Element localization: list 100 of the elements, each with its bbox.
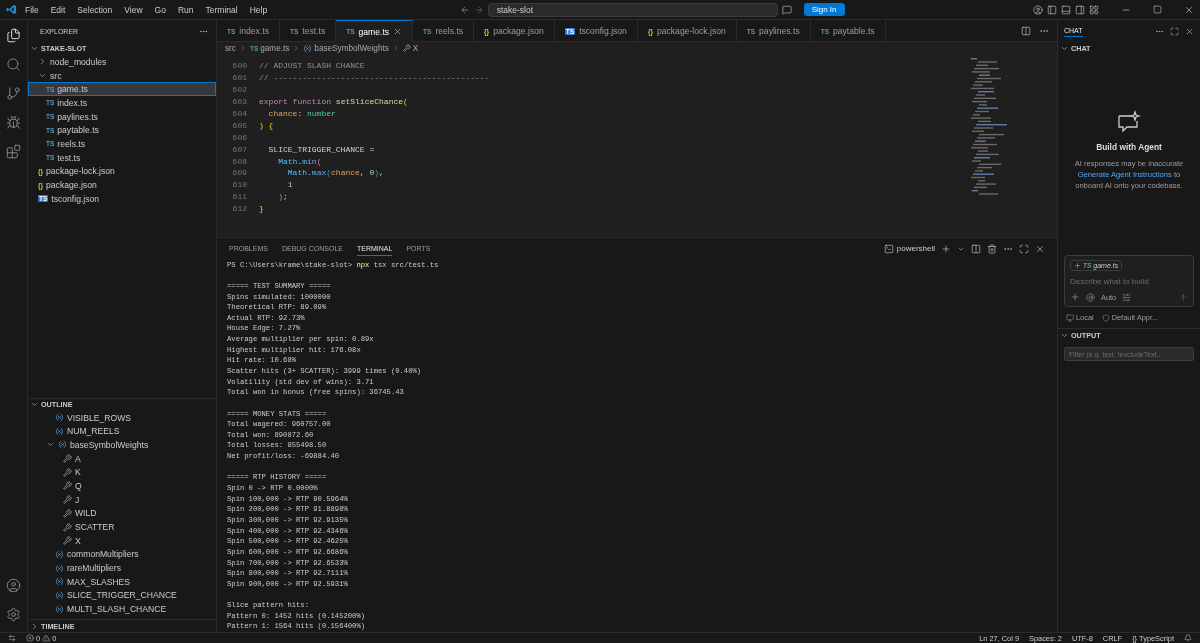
variable-icon [55, 426, 64, 436]
maximize-panel-icon[interactable] [1019, 243, 1029, 254]
code-line: } [259, 204, 264, 214]
secondary-sidebar-icon[interactable] [1075, 4, 1085, 15]
trash-icon[interactable] [987, 243, 997, 254]
monitor-icon [1066, 313, 1074, 322]
split-terminal-icon[interactable] [971, 243, 981, 254]
maximize-icon[interactable] [1170, 26, 1179, 36]
wrench-icon [63, 536, 72, 546]
warning-icon [42, 634, 51, 642]
close-tab-icon[interactable] [393, 27, 403, 36]
file-name: src [50, 70, 62, 81]
outline-item[interactable]: WILD [75, 508, 97, 519]
chat-icon[interactable] [781, 4, 792, 15]
bell-icon[interactable] [1184, 634, 1192, 642]
outline-item[interactable]: K [75, 467, 81, 478]
outline-item[interactable]: MAX_SLASHES [67, 576, 131, 587]
variable-icon [55, 604, 64, 614]
outline-item[interactable]: SLICE_TRIGGER_CHANCE [67, 590, 177, 601]
line-number: 605 [231, 120, 247, 130]
branch-icon[interactable] [6, 86, 21, 101]
outline-item[interactable]: commonMultipliers [67, 549, 139, 560]
new-terminal-icon[interactable] [941, 243, 951, 254]
extensions-icon[interactable] [6, 144, 21, 159]
outline-item[interactable]: MULTI_SLASH_CHANCE [67, 604, 167, 615]
close-panel-icon[interactable] [1035, 243, 1045, 254]
close-icon[interactable] [1185, 26, 1194, 36]
code-line: chance: number [267, 109, 336, 118]
menu-item[interactable]: File [21, 2, 43, 17]
close-icon[interactable] [1184, 4, 1194, 15]
chevron-icon[interactable] [38, 57, 47, 67]
line-number: 612 [231, 204, 247, 214]
error-icon [26, 634, 34, 642]
search-icon[interactable] [6, 57, 21, 72]
layout-icon[interactable] [1089, 4, 1099, 15]
add-icon[interactable] [1070, 292, 1080, 302]
file-name: paylines.ts [57, 111, 98, 122]
wrench-icon [63, 508, 72, 518]
menu-item[interactable]: Selection [73, 2, 117, 17]
code-line: 1 [286, 180, 293, 190]
settings-icon[interactable] [6, 607, 21, 622]
outline-item[interactable]: A [75, 453, 81, 464]
line-number: 601 [231, 73, 247, 83]
menu-item[interactable]: Run [173, 2, 198, 17]
breadcrumb-item[interactable]: game.ts [260, 43, 290, 53]
outline-item[interactable]: baseSymbolWeights [70, 439, 149, 450]
code-line: export function setSliceChance( [259, 97, 408, 107]
line-number: 604 [231, 109, 247, 118]
menu-item[interactable]: Help [245, 2, 272, 17]
line-number: 607 [231, 144, 247, 154]
outline-item[interactable]: SCATTER [75, 522, 115, 533]
breadcrumb-item[interactable]: baseSymbolWeights [314, 43, 389, 53]
bug-icon[interactable] [6, 115, 21, 130]
variable-icon [58, 440, 67, 450]
file-name: reels.ts [57, 138, 85, 149]
code-line: // --------------------------------------------- [259, 73, 490, 83]
line-number: 609 [231, 168, 247, 178]
menu-item[interactable]: Edit [46, 2, 70, 17]
variable-icon [55, 577, 64, 587]
variable-icon [55, 413, 64, 423]
sign-in-button[interactable]: Sign In [803, 3, 845, 16]
command-center-field[interactable]: stake-slot [487, 2, 778, 17]
terminal-icon [883, 243, 894, 254]
breadcrumb-item[interactable]: src [225, 43, 236, 53]
files-icon[interactable] [6, 28, 21, 43]
menu-item[interactable]: Terminal [201, 2, 242, 17]
chevron-icon[interactable] [30, 44, 39, 53]
account-icon[interactable] [6, 578, 21, 593]
outline-item[interactable]: VISIBLE_ROWS [67, 412, 131, 423]
line-number: 602 [231, 85, 247, 95]
split-editor-icon[interactable] [1021, 25, 1031, 36]
chevron-icon [1060, 44, 1069, 53]
wrench-icon [63, 467, 72, 477]
outline-item[interactable]: Q [75, 480, 82, 491]
code-line: Math.max(chance, 0), [286, 168, 384, 178]
outline-item[interactable]: NUM_REELS [67, 426, 120, 437]
code-line: // ADJUST SLASH CHANCE [259, 61, 365, 71]
chevron-icon[interactable] [30, 621, 39, 631]
outline-item[interactable]: J [75, 494, 80, 505]
line-number: 608 [231, 156, 247, 166]
back-icon[interactable] [459, 4, 470, 15]
terminal-name[interactable]: powershell [896, 244, 935, 254]
line-number: 603 [231, 97, 247, 107]
line-number: 610 [231, 180, 247, 190]
settings-sliders-icon[interactable] [1122, 292, 1132, 302]
wrench-icon [63, 454, 72, 464]
sidebar-toggle-icon[interactable] [1047, 4, 1057, 15]
outline-item[interactable]: rareMultipliers [67, 563, 121, 574]
folder-row[interactable]: src [28, 68, 216, 83]
maximize-icon[interactable] [1153, 5, 1162, 14]
variable-icon [55, 590, 64, 600]
breadcrumb-item[interactable]: X [412, 43, 419, 53]
menu-item[interactable]: Go [150, 2, 170, 17]
outline-item[interactable]: X [75, 535, 81, 546]
accounts-icon[interactable] [1033, 4, 1043, 15]
panel-toggle-icon[interactable] [1061, 4, 1071, 15]
folder-row[interactable]: node_modules [28, 55, 216, 69]
shield-icon [1101, 313, 1110, 322]
line-number: 611 [231, 192, 247, 202]
menu-item[interactable]: View [120, 2, 147, 17]
